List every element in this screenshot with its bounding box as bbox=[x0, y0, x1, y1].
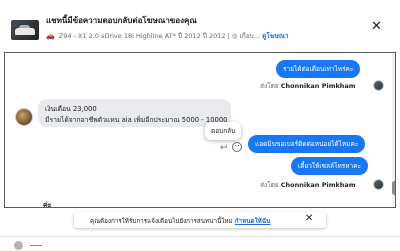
year-label-1: ปี 2012 bbox=[177, 32, 201, 40]
outgoing-message[interactable]: แอดมินขอเบอร์ติดต่อหน่อยได้ไหมคะ bbox=[248, 135, 366, 153]
sender-name: Chonnikan Pimkham bbox=[280, 181, 356, 189]
sender-avatar bbox=[373, 179, 384, 190]
customer-avatar bbox=[15, 108, 33, 126]
divider bbox=[30, 245, 42, 246]
message-thread[interactable]: รายได้ต่อเดือนเท่าไหร่คะ ส่งโดย Chonnika… bbox=[4, 52, 396, 208]
scrollbar-thumb[interactable] bbox=[392, 181, 395, 195]
scrollbar[interactable] bbox=[392, 53, 395, 207]
year-label-2: ปี 2012 bbox=[202, 32, 226, 40]
sender-name: Chonnikan Pimkham bbox=[280, 82, 356, 90]
outgoing-message[interactable]: รายได้ต่อเดือนเท่าไหร่คะ bbox=[276, 60, 361, 78]
sender-avatar bbox=[373, 80, 384, 91]
sent-by-label: ส่งโดย bbox=[260, 181, 279, 189]
chat-title: แชทนี้มีข้อความตอบกลับต่อโฆษณาของคุณ bbox=[46, 16, 197, 25]
sent-by-line: ส่งโดย Chonnikan Pimkham bbox=[260, 81, 356, 91]
emoji-icon[interactable] bbox=[232, 142, 242, 152]
outgoing-message[interactable]: เดี๋ยวให้เซลล์โทรหาคะ bbox=[291, 157, 369, 175]
car-body-shape bbox=[15, 28, 35, 35]
car-icon: 🚗 bbox=[46, 32, 55, 40]
reply-icon[interactable]: ↩ bbox=[220, 143, 228, 153]
ad-subtitle: 🚗 Z94 - X1 2.0 sDrive 18i Highline AT* ป… bbox=[46, 31, 289, 41]
extra-info: | ◎ เกือบ... bbox=[227, 32, 260, 40]
notification-link[interactable]: กำหนดให้ฉัน bbox=[235, 218, 271, 225]
next-chat-strip bbox=[0, 236, 400, 251]
chat-header: แชทนี้มีข้อความตอบกลับต่อโฆษณาของคุณ 🚗 Z… bbox=[0, 0, 400, 52]
incoming-message-line: มีรายได้จากอาชีพตัวแทน aia เพิ่มอีกประมา… bbox=[45, 116, 228, 124]
incoming-message-line: เงินเดือน 23,000 bbox=[45, 105, 97, 113]
avatar bbox=[14, 241, 23, 250]
view-ad-link[interactable]: ดูโฆษณา bbox=[262, 32, 289, 40]
car-thumbnail[interactable] bbox=[11, 20, 39, 40]
car-model: Z94 - X1 2.0 sDrive 18i Highline AT* bbox=[58, 32, 176, 40]
close-icon[interactable]: ✕ bbox=[371, 20, 382, 33]
partial-message: ค่ะ bbox=[43, 201, 52, 208]
notification-message: คุณต้องการให้รับการแจ้งเตือนไปยังการสนทน… bbox=[90, 218, 233, 225]
close-icon[interactable]: ✕ bbox=[305, 213, 313, 224]
sent-by-line: ส่งโดย Chonnikan Pimkham bbox=[260, 180, 356, 190]
sent-by-label: ส่งโดย bbox=[260, 82, 279, 90]
notification-text: คุณต้องการให้รับการแจ้งเตือนไปยังการสนทน… bbox=[90, 216, 270, 226]
reply-tooltip: ตอบกลับ bbox=[205, 122, 242, 140]
